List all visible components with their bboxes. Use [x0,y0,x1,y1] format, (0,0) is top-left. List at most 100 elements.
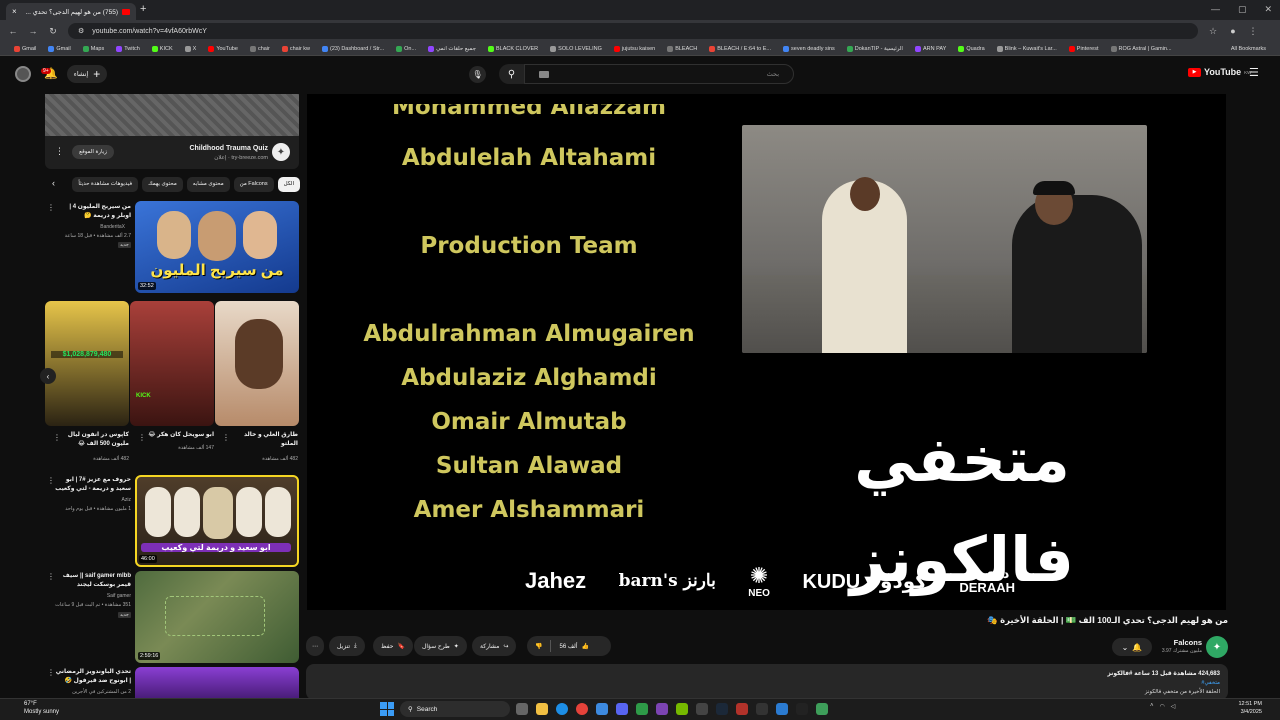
bookmark-item[interactable]: Gmail [14,45,36,52]
like-icon[interactable]: 👍 [582,643,589,650]
hamburger-menu-icon[interactable]: ☰ [1249,66,1259,79]
bookmark-item[interactable]: DokanTIP - الرئيسية [846,45,903,52]
chip-related[interactable]: محتوى مشابه [186,176,230,192]
search-icon[interactable]: ⚲ [499,64,524,84]
windows-start-icon[interactable] [380,702,394,716]
bookmark-item[interactable]: chair kw [281,45,310,52]
video-channel[interactable]: Aziz [55,496,131,504]
video-thumbnail[interactable]: 2:59:16 [135,571,299,663]
edge-icon[interactable] [556,703,568,715]
app-icon[interactable] [636,703,648,715]
bookmark-item[interactable]: X [184,45,196,52]
short-thumbnail[interactable] [215,301,299,426]
video-title[interactable]: تحدي الباوندويز الرمضاني | ابونوح ضد قير… [55,668,131,686]
video-title[interactable]: saif gamer mlbb || سيف قيمر بوسكت ليجند [55,572,131,590]
bookmark-item[interactable]: SOLO LEVELING [550,45,602,52]
reload-icon[interactable]: ↻ [48,26,58,37]
app-icon[interactable] [656,703,668,715]
task-view-icon[interactable] [516,703,528,715]
dislike-icon[interactable]: 👎 [535,643,542,650]
download-button[interactable]: تنزيل ⤓ [329,636,365,656]
weather-widget[interactable]: 67°F Mostly sunny [24,700,59,716]
video-menu-icon[interactable]: ⋮ [47,203,55,212]
video-title[interactable]: حروف مع عزيز #7 | ابو سعيد و دريمة - لتي… [55,476,131,494]
back-icon[interactable]: ← [8,26,18,36]
bookmark-item[interactable]: chair [249,45,270,52]
chips-scroll-left-icon[interactable]: ‹ [52,178,55,188]
bookmark-item[interactable]: BLACK CLOVER [487,45,538,52]
chip-all[interactable]: الكل [277,176,300,192]
volume-icon[interactable]: ◁ [1171,703,1176,710]
taskbar-search[interactable]: ⚲ Search [400,701,510,717]
browser-tab[interactable]: (755) من هو لهيم الدجى؟ تحدي ... × [6,3,136,20]
kebab-menu-icon[interactable]: ⋮ [1248,26,1258,37]
maximize-icon[interactable]: ▢ [1238,4,1247,15]
chip-recently-watched[interactable]: فيديوهات مشاهدة حديثاً [72,176,139,192]
chrome-icon[interactable] [576,703,588,715]
nvidia-icon[interactable] [676,703,688,715]
chip-from-falcons[interactable]: من Falcons [233,176,274,192]
video-menu-icon[interactable]: ⋮ [47,476,55,485]
site-info-icon[interactable]: ⚙ [78,27,84,35]
bookmark-item[interactable]: KICK [151,45,173,52]
bookmark-star-icon[interactable]: ☆ [1208,26,1218,37]
bookmark-item[interactable]: Blink – Kuwait's Lar... [996,45,1057,52]
taskbar-clock[interactable]: 12:51 PM 3/4/2025 [1222,700,1262,716]
steam-icon[interactable] [716,703,728,715]
bookmark-item[interactable]: Maps [82,45,104,52]
bookmark-item[interactable]: BLEACH [667,45,697,52]
close-tab-icon[interactable]: × [12,7,17,16]
channel-avatar[interactable]: ✦ [1206,636,1228,658]
profile-icon[interactable]: ● [1228,26,1238,36]
subscription-bell-button[interactable]: ⌄ 🔔 [1112,638,1152,656]
short-title[interactable]: طارق العلي و خالد الملتو [232,431,298,449]
ad-title[interactable]: Childhood Trauma Quiz [150,145,268,152]
keyboard-icon[interactable] [539,70,549,78]
app-icon[interactable] [736,703,748,715]
bookmark-item[interactable]: Gmail [48,45,71,52]
ad-image[interactable] [45,94,299,136]
app-icon[interactable] [696,703,708,715]
video-title[interactable]: من سيربح المليون 4 | اوبلر و دريمة 🤔 [55,203,131,221]
short-thumbnail[interactable]: KICK [130,301,214,426]
bookmark-item[interactable]: Quadra [958,45,985,52]
bookmark-item[interactable]: Pinterest [1068,45,1099,52]
video-menu-icon[interactable]: ⋮ [47,668,55,677]
short-title[interactable]: كاپوس در انفون ليال مليون 500 الف 😂 [63,431,129,449]
bookmark-item[interactable]: On... [396,45,416,52]
search-input[interactable]: بحث [524,64,794,84]
account-avatar[interactable] [15,66,31,82]
chip-for-you[interactable]: محتوى يهمك [142,176,183,192]
video-channel[interactable]: BanderitaX [55,223,125,231]
new-tab-icon[interactable]: + [140,3,146,15]
bookmark-item[interactable]: BLEACH / E:64 to E... [709,45,771,52]
store-icon[interactable] [596,703,608,715]
all-bookmarks-link[interactable]: All Bookmarks [1231,46,1266,52]
app-icon[interactable] [776,703,788,715]
save-button[interactable]: حفظ 🔖 [373,636,413,656]
bookmark-item[interactable]: ROG Astral | Gamin... [1110,45,1172,52]
app-icon[interactable] [796,703,808,715]
wifi-icon[interactable]: ◠ [1160,703,1165,710]
bookmark-item[interactable]: (23) Dashboard / Str... [322,45,384,52]
more-actions-icon[interactable]: ⋯ [306,636,324,656]
close-window-icon[interactable]: ✕ [1264,4,1272,15]
short-thumbnail[interactable]: $1,028,879,480 [45,301,129,426]
minimize-icon[interactable]: — [1211,4,1220,15]
ask-button[interactable]: طرح سؤال ✦ [414,636,467,656]
bookmark-item[interactable]: seven deadly sins [783,45,835,52]
short-title[interactable]: ابو سويحل كان هكر 😂 [148,431,214,440]
visit-site-button[interactable]: زيارة الموقع [72,145,114,159]
video-thumbnail[interactable]: من سيربح المليون 32:52 [135,201,299,293]
share-button[interactable]: مشاركة ↪ [472,636,517,656]
carousel-prev-icon[interactable]: ‹ [40,368,56,384]
voice-search-mic-icon[interactable]: 🎙 [469,66,486,83]
video-thumbnail[interactable] [135,667,299,698]
video-channel[interactable]: Saif gamer [55,592,131,600]
short-menu-icon[interactable]: ⋮ [53,433,61,442]
ad-menu-icon[interactable]: ⋮ [55,146,64,157]
forward-icon[interactable]: → [28,26,38,36]
like-count[interactable]: 56 ألف [559,643,577,650]
discord-icon[interactable] [616,703,628,715]
video-thumbnail[interactable]: ابو سعيد و دريمة لتي وكعيب 46:00 [135,475,299,567]
